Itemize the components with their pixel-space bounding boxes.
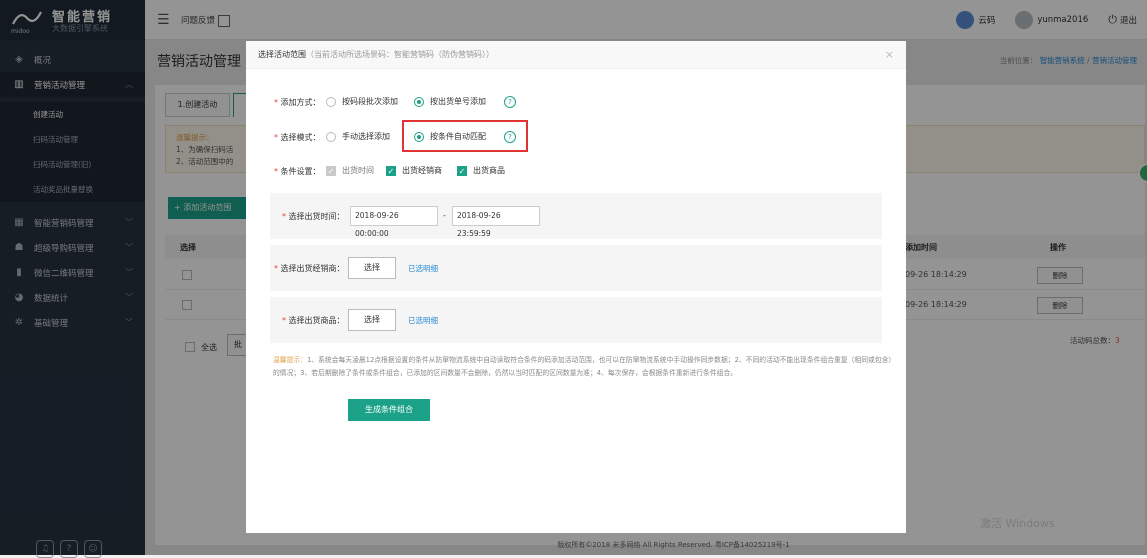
dealer-panel: * 选择出货经销商： 选择 已选明细	[270, 245, 882, 291]
checkbox-label: 出货经销商	[402, 166, 442, 175]
modal-header: 选择活动范围（当前活动所选场景码：智能营销码（防伪营销码）） ×	[246, 41, 906, 69]
modal-tip: 温馨提示：1、系统会每天凌晨12点根据设置的条件从防窜物流系统中自动读取符合条件…	[273, 354, 893, 380]
ship-time-start-input[interactable]: 2018-09-26 00:00:00	[350, 206, 438, 238]
ship-time-end-input[interactable]: 2018-09-26 23:59:59	[452, 206, 540, 238]
radio-manual-select[interactable]: 手动选择添加	[326, 131, 390, 142]
select-mode-label: * 选择模式：	[274, 133, 321, 142]
radio-label: 按码段批次添加	[342, 97, 398, 106]
dealer-select-button[interactable]: 选择	[348, 257, 396, 279]
tip-text: 1、系统会每天凌晨12点根据设置的条件从防窜物流系统中自动读取符合条件的码添加活…	[273, 356, 892, 377]
checkbox-product[interactable]: ✓ 出货商品	[457, 165, 505, 176]
highlight-box	[402, 120, 528, 152]
check-icon: ✓	[457, 165, 467, 176]
condition-label: * 条件设置：	[274, 167, 321, 176]
dealer-details-link[interactable]: 已选明细	[408, 263, 438, 274]
tip-title: 温馨提示：	[273, 356, 307, 364]
radio-checked-icon	[414, 96, 424, 107]
checkbox-label: 出货时间	[342, 166, 374, 175]
radio-icon	[326, 96, 336, 107]
radio-label: 手动选择添加	[342, 132, 390, 141]
modal-title: 选择活动范围	[258, 50, 306, 59]
radio-batch-add[interactable]: 按码段批次添加	[326, 96, 398, 107]
generate-combination-button[interactable]: 生成条件组合	[348, 399, 430, 421]
product-label: * 选择出货商品：	[282, 316, 345, 325]
scope-modal: 选择活动范围（当前活动所选场景码：智能营销码（防伪营销码）） × * 添加方式：…	[246, 41, 906, 533]
checkbox-dealer[interactable]: ✓ 出货经销商	[386, 165, 442, 176]
date-range-dash: -	[443, 211, 446, 220]
ship-time-label: * 选择出货时间：	[282, 212, 345, 221]
check-icon: ✓	[386, 165, 396, 176]
dealer-label: * 选择出货经销商：	[274, 264, 345, 273]
product-panel: * 选择出货商品： 选择 已选明细	[270, 297, 882, 343]
modal-subtitle: （当前活动所选场景码：智能营销码（防伪营销码））	[306, 50, 494, 59]
radio-label: 按出货单号添加	[430, 97, 486, 106]
radio-order-add[interactable]: 按出货单号添加	[414, 96, 486, 107]
product-details-link[interactable]: 已选明细	[408, 315, 438, 326]
product-select-button[interactable]: 选择	[348, 309, 396, 331]
check-icon: ✓	[326, 165, 336, 176]
help-icon[interactable]: ?	[504, 96, 516, 108]
add-method-label: * 添加方式：	[274, 98, 321, 107]
ship-time-panel: * 选择出货时间： 2018-09-26 00:00:00 - 2018-09-…	[270, 193, 882, 239]
radio-icon	[326, 131, 336, 142]
checkbox-label: 出货商品	[473, 166, 505, 175]
close-icon[interactable]: ×	[885, 41, 894, 69]
checkbox-ship-time[interactable]: ✓ 出货时间	[326, 165, 374, 176]
